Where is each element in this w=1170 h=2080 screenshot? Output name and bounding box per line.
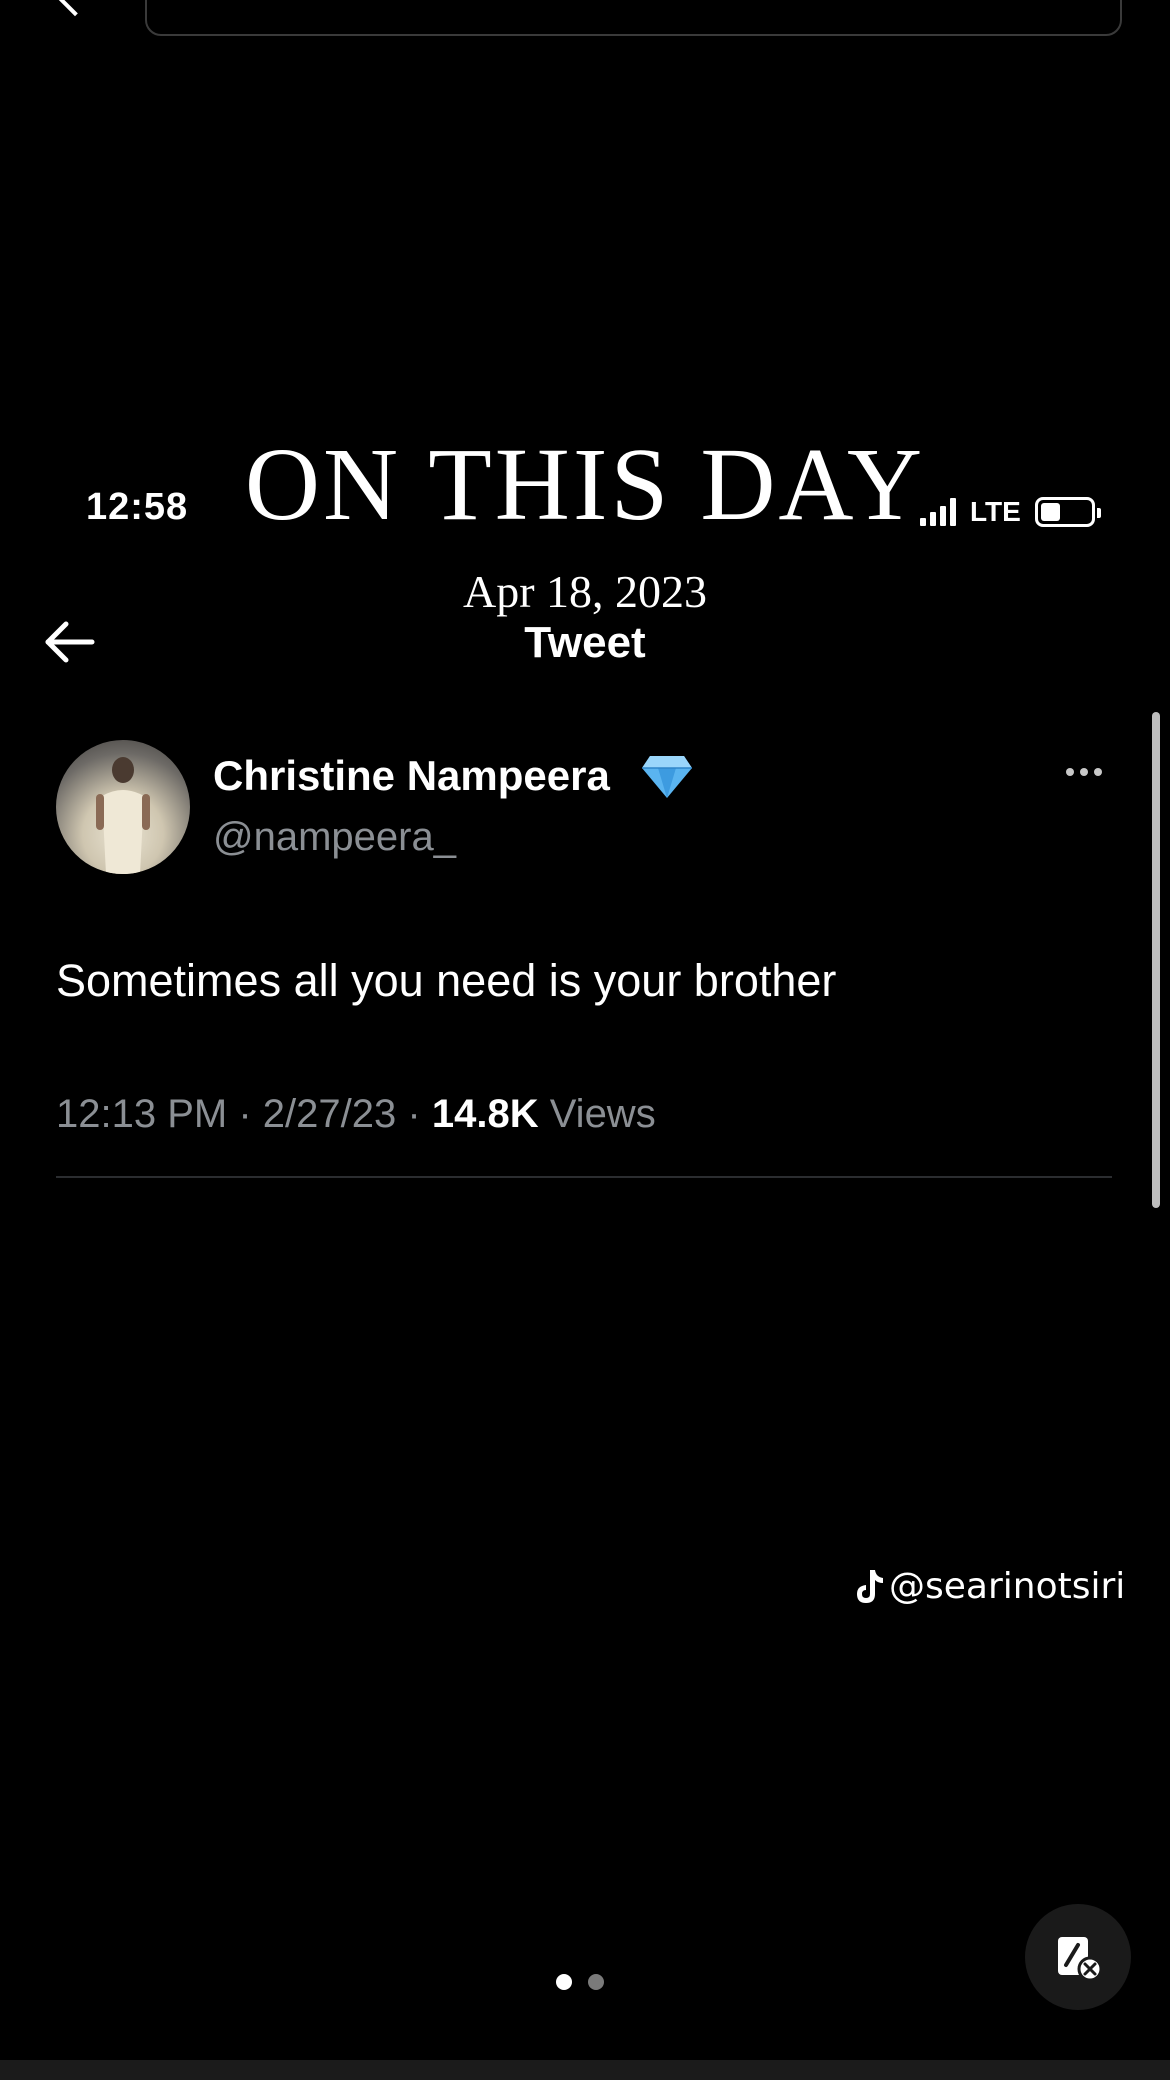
more-horizontal-icon[interactable] — [1066, 768, 1102, 776]
tiktok-icon — [857, 1569, 883, 1603]
back-chevron-icon[interactable] — [53, 0, 97, 17]
author-handle[interactable]: @nampeera_ — [213, 815, 456, 860]
status-indicators: LTE — [920, 496, 1101, 528]
divider — [56, 1176, 1112, 1178]
battery-icon — [1034, 497, 1101, 527]
tweet-date: 2/27/23 — [262, 1092, 397, 1136]
bottom-bar — [0, 2060, 1170, 2080]
page-title: Tweet — [524, 618, 646, 667]
avatar-figure — [96, 757, 150, 874]
watermark-handle: @searinotsiri — [889, 1566, 1126, 1607]
page-indicator[interactable] — [556, 1974, 604, 1990]
avatar[interactable] — [56, 740, 190, 874]
tweet-meta: 12:13 PM · 2/27/23 · 14.8K Views — [56, 1092, 656, 1137]
edit-off-icon — [1058, 1937, 1103, 1982]
tiktok-watermark: @searinotsiri — [853, 1566, 1125, 1607]
views-count[interactable]: 14.8K — [432, 1092, 539, 1136]
diamond-icon — [642, 756, 692, 798]
author-name[interactable]: Christine Nampeera — [213, 752, 610, 800]
network-label: LTE — [970, 496, 1021, 527]
signal-icon — [920, 498, 956, 526]
views-label[interactable]: Views — [550, 1092, 656, 1136]
meta-separator: · — [238, 1092, 252, 1136]
scrollbar[interactable] — [1152, 712, 1160, 1208]
overlay-date: Apr 18, 2023 — [462, 566, 708, 617]
tweet-text: Sometimes all you need is your brother — [56, 955, 837, 1006]
search-input[interactable] — [145, 0, 1122, 36]
page-dot[interactable] — [588, 1974, 604, 1990]
edit-off-button[interactable] — [1025, 1904, 1131, 2010]
meta-separator: · — [407, 1092, 421, 1136]
tweet-time: 12:13 PM — [56, 1092, 228, 1136]
battery-level — [1040, 503, 1060, 521]
page-dot-active[interactable] — [556, 1974, 572, 1990]
